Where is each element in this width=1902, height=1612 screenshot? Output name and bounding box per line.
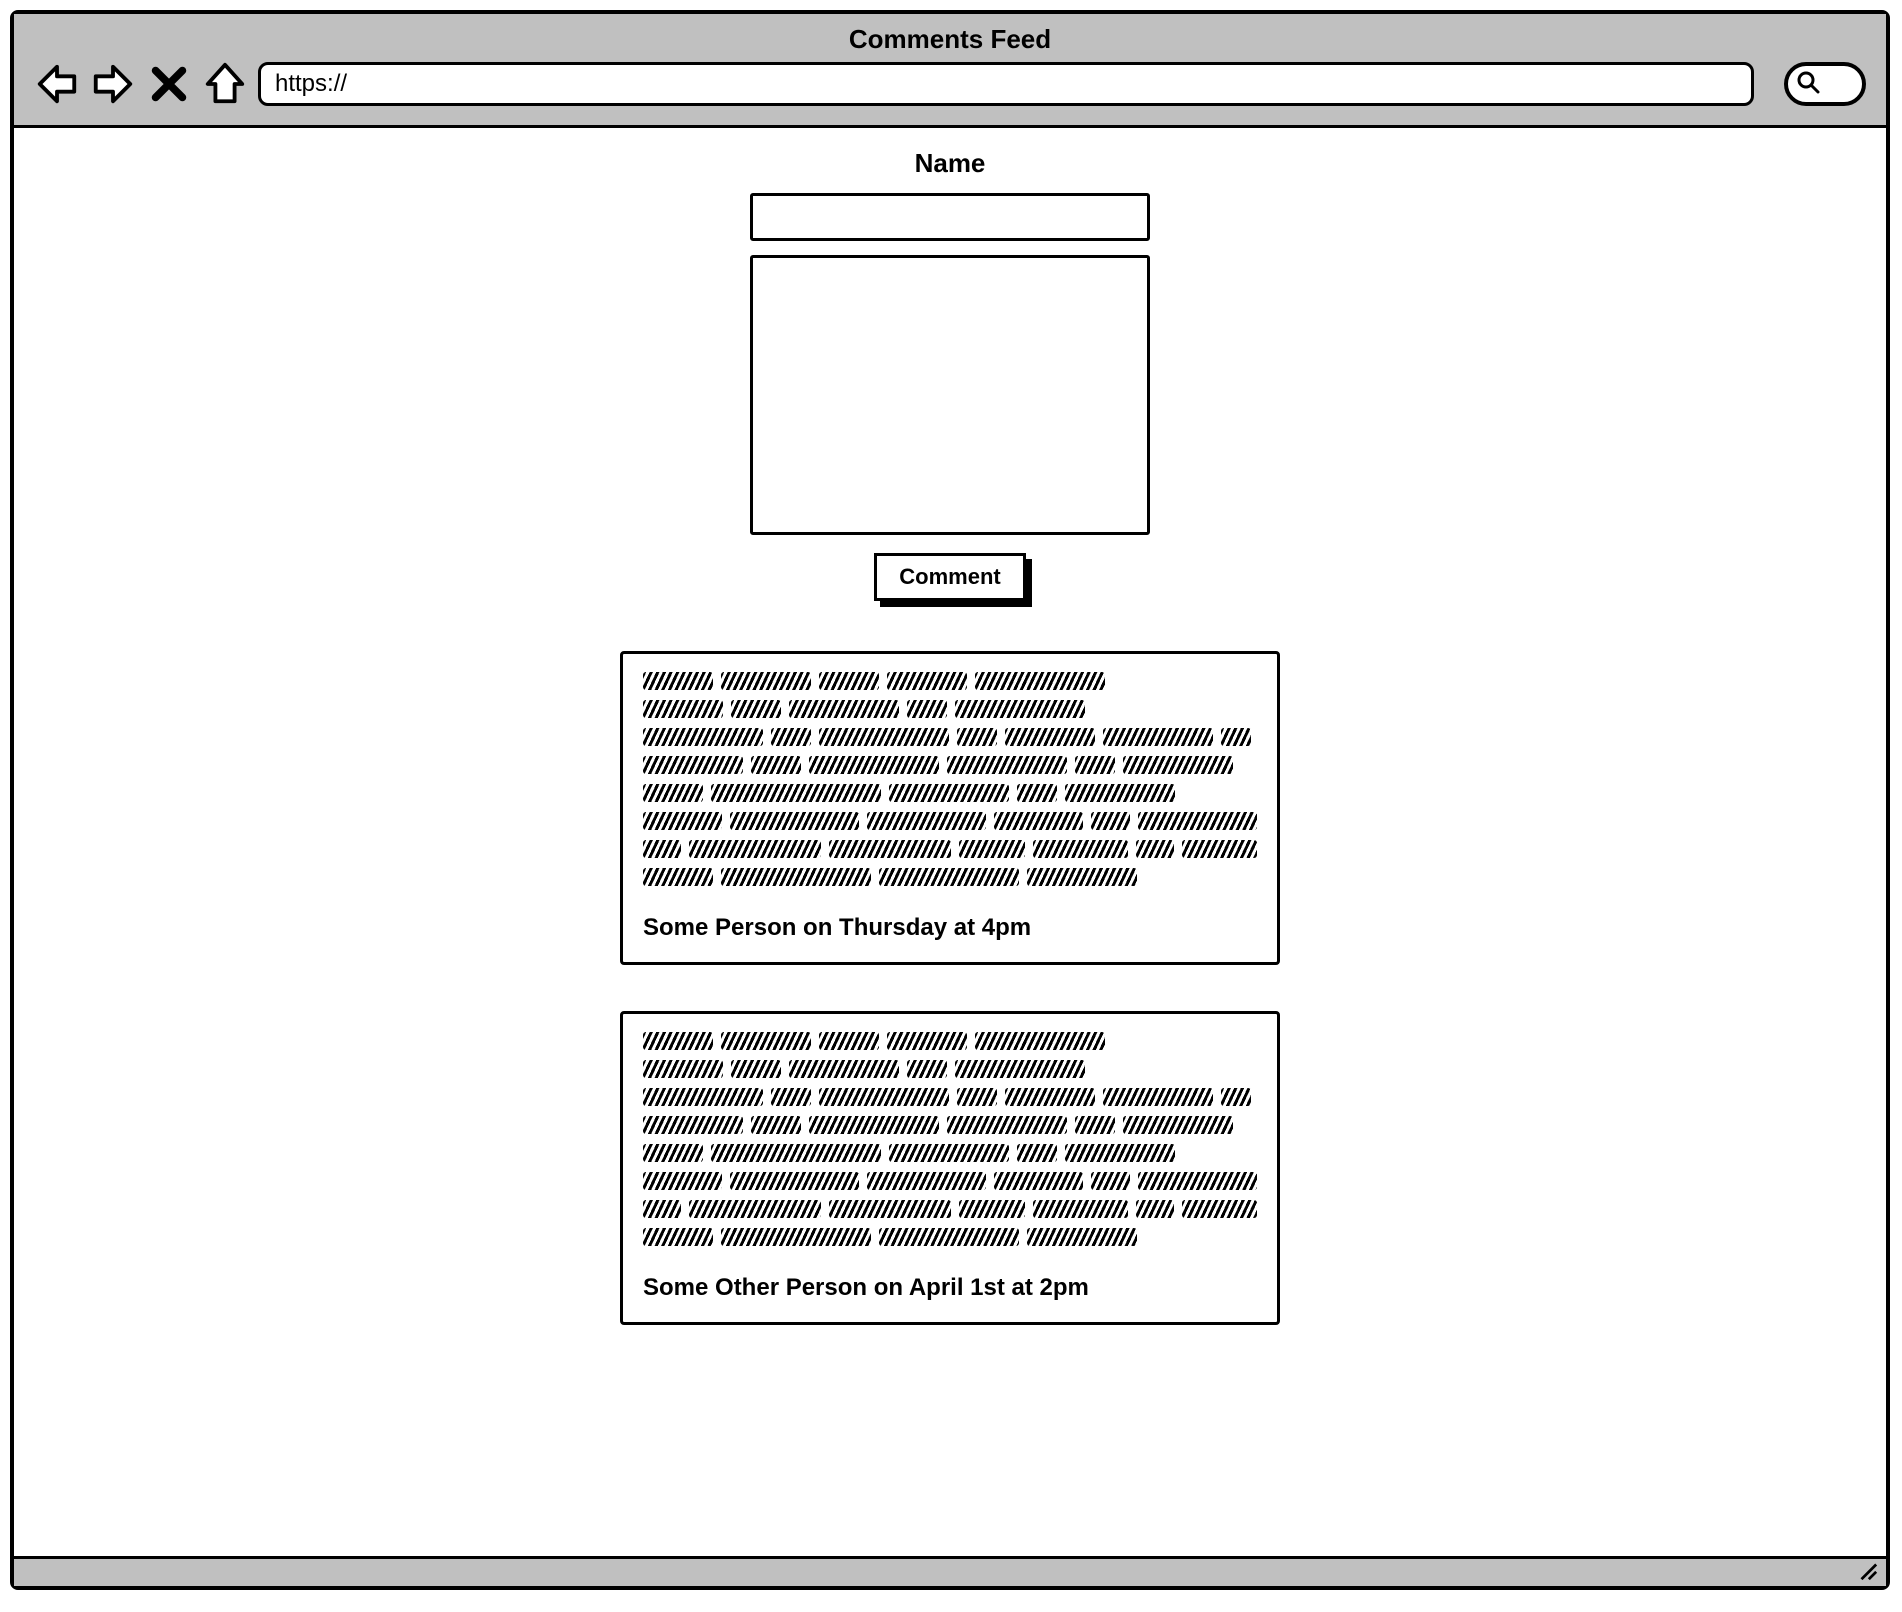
comment-meta: Some Other Person on April 1st at 2pm [643, 1274, 1257, 1302]
browser-window: Comments Feed Name [10, 10, 1890, 1590]
browser-chrome: Comments Feed [14, 14, 1886, 128]
stop-icon[interactable] [146, 61, 192, 107]
search-button[interactable] [1784, 62, 1866, 106]
status-bar [14, 1556, 1886, 1586]
comment-form: Name Comment [750, 148, 1150, 601]
window-title: Comments Feed [34, 18, 1866, 59]
comment-text-placeholder [643, 672, 1257, 886]
comment-item: Some Other Person on April 1st at 2pm [620, 1011, 1280, 1325]
comments-list: Some Person on Thursday at 4pm Some Othe… [620, 651, 1280, 1325]
back-icon[interactable] [34, 61, 80, 107]
comment-field[interactable] [750, 255, 1150, 535]
comment-text-placeholder [643, 1032, 1257, 1246]
name-field[interactable] [750, 193, 1150, 241]
page-content: Name Comment Some Person on Thursday at … [14, 128, 1886, 1556]
comment-button[interactable]: Comment [874, 553, 1025, 601]
comment-item: Some Person on Thursday at 4pm [620, 651, 1280, 965]
search-icon [1796, 70, 1820, 99]
resize-grip-icon[interactable] [1856, 1559, 1878, 1586]
name-label: Name [915, 148, 986, 179]
forward-icon[interactable] [90, 61, 136, 107]
browser-toolbar [34, 61, 1866, 107]
home-icon[interactable] [202, 61, 248, 107]
comment-meta: Some Person on Thursday at 4pm [643, 914, 1257, 942]
url-input[interactable] [258, 62, 1754, 106]
